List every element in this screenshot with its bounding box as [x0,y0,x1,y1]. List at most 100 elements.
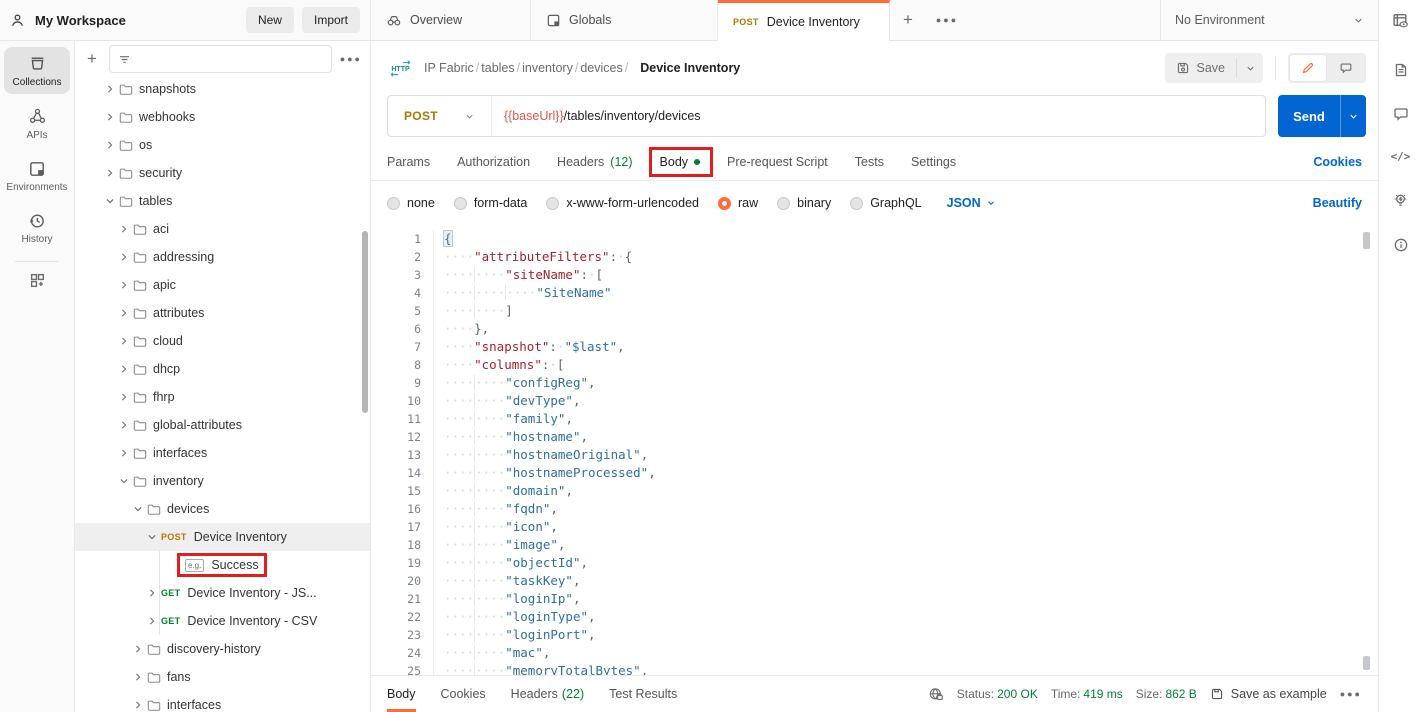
tree-folder-devices[interactable]: devices [75,495,370,523]
tree-request[interactable]: GETDevice Inventory - JS... [75,579,370,607]
url-input[interactable]: {{baseUrl}}/tables/inventory/devices [492,109,713,123]
tree-request[interactable]: POSTDevice Inventory [75,523,370,551]
chevron-right-icon[interactable] [115,420,133,430]
editor-line[interactable]: 4············"SiteName" [387,284,1372,302]
editor-line[interactable]: 14········"hostnameProcessed", [387,464,1372,482]
related-requests-icon[interactable] [1379,192,1422,209]
request-tab-authorization[interactable]: Authorization [457,155,530,169]
tree-folder-snapshots[interactable]: snapshots [75,75,370,103]
sidebar-more-icon[interactable]: ●●● [340,54,362,64]
tree-folder-inventory[interactable]: inventory [75,467,370,495]
body-mode-form-data[interactable]: form-data [454,196,528,210]
chevron-right-icon[interactable] [101,84,119,94]
editor-line[interactable]: 24········"mac", [387,644,1372,662]
rail-item-apis[interactable]: APIs [4,100,70,147]
editor-line[interactable]: 17········"icon", [387,518,1372,536]
add-collection-icon[interactable]: + [83,49,101,69]
info-icon[interactable] [1379,237,1422,253]
tree-folder-global-attributes[interactable]: global-attributes [75,411,370,439]
editor-line[interactable]: 20········"taskKey", [387,572,1372,590]
breadcrumb-segment[interactable]: IP Fabric [424,61,474,75]
tab-options-icon[interactable]: ●●● [926,0,968,40]
tree-folder-interfaces[interactable]: interfaces [75,691,370,712]
body-mode-graphql[interactable]: GraphQL [850,196,921,210]
language-selector[interactable]: JSON [947,196,996,210]
request-tab-pre-request-script[interactable]: Pre-request Script [727,155,828,169]
editor-line[interactable]: 18········"image", [387,536,1372,554]
beautify-link[interactable]: Beautify [1313,196,1362,210]
body-mode-none[interactable]: none [387,196,435,210]
editor-line[interactable]: 9········"configReg", [387,374,1372,392]
rail-item-environments[interactable]: Environments [4,153,70,199]
sidebar-scrollbar[interactable] [362,231,368,413]
rail-item-history[interactable]: History [4,205,70,251]
editor-line[interactable]: 10········"devType", [387,392,1372,410]
breadcrumb-segment[interactable]: inventory [522,61,573,75]
editor-line[interactable]: 19········"objectId", [387,554,1372,572]
comments-icon[interactable] [1379,106,1422,122]
response-more-icon[interactable]: ●●● [1340,689,1362,699]
tree-folder-aci[interactable]: aci [75,215,370,243]
editor-line[interactable]: 5········] [387,302,1372,320]
chevron-right-icon[interactable] [115,336,133,346]
tree-folder-interfaces[interactable]: interfaces [75,439,370,467]
method-selector[interactable]: POST [388,109,491,123]
tree-folder-addressing[interactable]: addressing [75,243,370,271]
editor-line[interactable]: 12········"hostname", [387,428,1372,446]
chevron-down-icon[interactable] [129,504,147,514]
editor-line[interactable]: 11········"family", [387,410,1372,428]
response-tab-cookies[interactable]: Cookies [441,676,486,712]
tab-device-inventory[interactable]: POST Device Inventory [718,0,890,41]
chevron-right-icon[interactable] [129,644,147,654]
chevron-right-icon[interactable] [115,448,133,458]
chevron-right-icon[interactable] [115,392,133,402]
editor-line[interactable]: 15········"domain", [387,482,1372,500]
import-button[interactable]: Import [302,7,360,33]
tree-folder-os[interactable]: os [75,131,370,159]
documentation-icon[interactable] [1379,62,1422,78]
sidebar-filter-input[interactable] [109,45,332,73]
configure-workbench-icon[interactable] [0,272,74,289]
breadcrumb-segment[interactable]: devices [580,61,622,75]
new-tab-button[interactable]: + [890,0,926,40]
editor-line[interactable]: 7····"snapshot":·"$last", [387,338,1372,356]
tree-example-success[interactable]: e.g.Success [75,551,370,579]
body-mode-x-www-form-urlencoded[interactable]: x-www-form-urlencoded [546,196,699,210]
workspace-switcher[interactable]: My Workspace New Import [0,0,371,40]
tree-folder-cloud[interactable]: cloud [75,327,370,355]
body-editor[interactable]: 1{2····"attributeFilters":·{3········"si… [387,223,1372,675]
response-tab-headers[interactable]: Headers(22) [511,676,584,712]
chevron-right-icon[interactable] [101,168,119,178]
response-tab-body[interactable]: Body [387,676,416,712]
cookies-link[interactable]: Cookies [1313,143,1362,180]
request-tab-settings[interactable]: Settings [911,155,956,169]
editor-line[interactable]: 25········"memoryTotalBytes", [387,662,1372,675]
chevron-right-icon[interactable] [115,224,133,234]
tab-overview[interactable]: Overview [371,0,531,40]
new-button[interactable]: New [246,7,294,33]
editor-line[interactable]: 3········"siteName":·[ [387,266,1372,284]
environment-quick-look-icon[interactable] [1379,12,1422,29]
rail-item-collections[interactable]: Collections [4,47,70,94]
breadcrumb-segment[interactable]: tables [481,61,514,75]
send-button[interactable]: Send [1278,95,1366,137]
save-options-chevron-icon[interactable] [1237,63,1263,74]
tree-folder-security[interactable]: security [75,159,370,187]
editor-line[interactable]: 22········"loginType", [387,608,1372,626]
tree-folder-fans[interactable]: fans [75,663,370,691]
chevron-right-icon[interactable] [129,700,147,710]
request-tab-params[interactable]: Params [387,155,430,169]
network-status-icon[interactable] [928,686,944,702]
chevron-right-icon[interactable] [115,308,133,318]
editor-line[interactable]: 2····"attributeFilters":·{ [387,248,1372,266]
body-mode-binary[interactable]: binary [777,196,831,210]
request-tab-tests[interactable]: Tests [855,155,884,169]
chevron-right-icon[interactable] [129,672,147,682]
edit-mode-button[interactable] [1290,55,1326,81]
chevron-right-icon[interactable] [115,280,133,290]
request-tab-headers[interactable]: Headers(12) [557,155,632,169]
chevron-right-icon[interactable] [101,140,119,150]
code-snippet-icon[interactable]: </> [1379,150,1422,163]
editor-scrollbar-corner[interactable] [1363,656,1370,670]
tree-folder-webhooks[interactable]: webhooks [75,103,370,131]
